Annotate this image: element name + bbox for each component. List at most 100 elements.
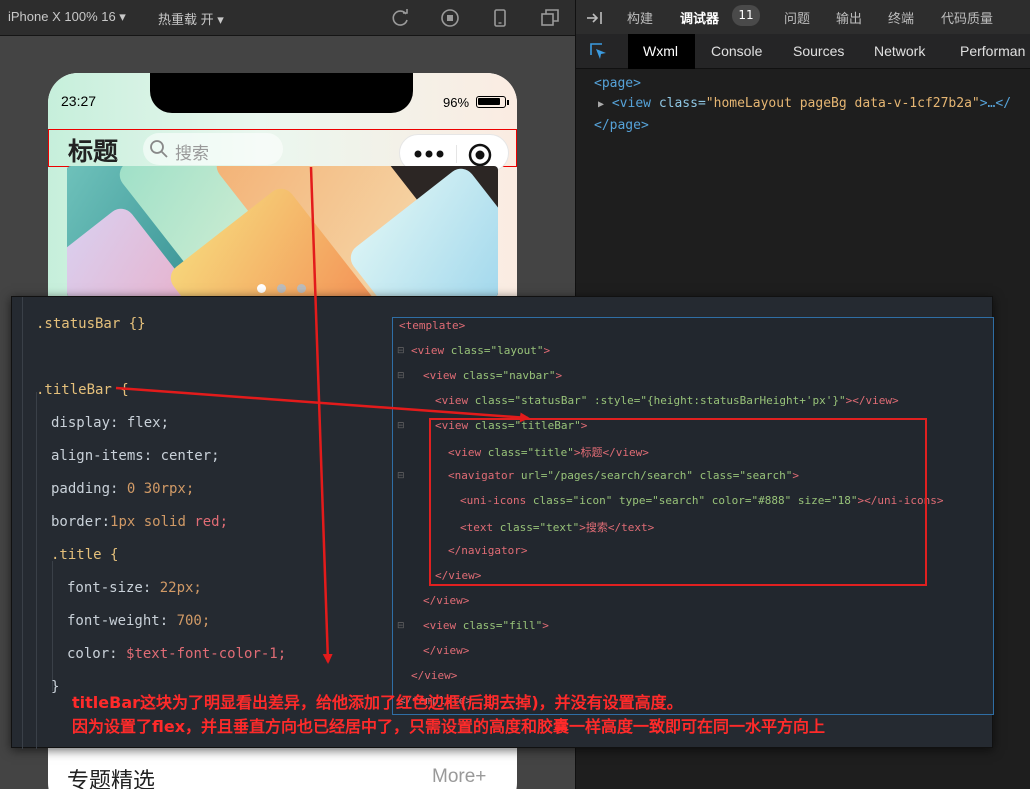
- fold-marker-icon[interactable]: ⊟: [397, 346, 405, 356]
- refresh-icon[interactable]: [391, 8, 411, 28]
- css-value: 30rpx;: [143, 481, 195, 497]
- hot-reload-toggle[interactable]: 热重载 开 ▾: [158, 9, 224, 28]
- search-placeholder: 搜索: [175, 144, 209, 164]
- search-navigator[interactable]: 搜索: [143, 133, 283, 165]
- tpl-tag: >: [542, 619, 549, 632]
- wxml-tag-tail: >…</: [979, 96, 1012, 111]
- tab-debugger[interactable]: 调试器: [680, 8, 719, 27]
- fold-marker-icon[interactable]: ⊟: [397, 621, 405, 631]
- tpl-string: "statusBar": [514, 394, 588, 407]
- css-value: red;: [194, 514, 229, 530]
- wxml-view-node[interactable]: ▶ <view class="homeLayout pageBg data-v-…: [598, 96, 1011, 111]
- wxml-tag: </page>: [594, 118, 649, 133]
- css-property: display:: [51, 415, 127, 431]
- highlight-red-box: [429, 418, 927, 586]
- wxml-page-open[interactable]: <page>: [594, 76, 641, 91]
- tpl-tag: <template>: [399, 319, 466, 332]
- css-brace: }: [51, 679, 60, 695]
- annotation-line-1: titleBar这块为了明显看出差异，给他添加了红色边框(后期去掉)，并没有设置…: [72, 693, 683, 712]
- tab-problems[interactable]: 问题: [784, 8, 810, 27]
- banner-dot[interactable]: [277, 284, 286, 293]
- css-value: flex;: [126, 415, 170, 431]
- css-value: center;: [160, 448, 220, 464]
- indent-guide: [36, 392, 37, 749]
- indent-guide: [22, 297, 23, 749]
- detach-window-icon[interactable]: [540, 8, 560, 28]
- tpl-string: "fill": [502, 619, 543, 632]
- section-title: 专题精选: [67, 768, 156, 789]
- tab-sources[interactable]: Sources: [793, 43, 844, 59]
- tab-console[interactable]: Console: [711, 43, 762, 59]
- page-title: 标题: [68, 137, 119, 166]
- fold-marker-icon[interactable]: ⊟: [397, 371, 405, 381]
- tpl-tag: >: [543, 344, 551, 357]
- tpl-tag: <view: [423, 619, 463, 632]
- css-line: display: flex;: [51, 415, 169, 431]
- stop-icon[interactable]: [440, 8, 460, 28]
- banner-image[interactable]: [67, 166, 498, 297]
- tpl-tag: ></view>: [845, 394, 899, 407]
- tpl-attr: class=: [474, 394, 515, 407]
- devtools-window: iPhone X 100% 16 ▾ 热重载 开 ▾ 23:27 96% 标题 …: [0, 0, 1030, 789]
- device-selector[interactable]: iPhone X 100% 16 ▾: [8, 9, 126, 25]
- tab-output[interactable]: 输出: [836, 8, 862, 27]
- css-line: font-size: 22px;: [67, 580, 202, 596]
- css-value: 22px;: [159, 580, 202, 596]
- fold-marker-icon[interactable]: ⊟: [397, 421, 405, 431]
- tpl-attr: class=: [462, 369, 503, 382]
- css-selector: .statusBar {}: [36, 316, 146, 332]
- css-line: .title {: [51, 547, 118, 563]
- banner-dot-active[interactable]: [257, 284, 266, 293]
- indent-guide: [52, 561, 53, 691]
- tab-terminal[interactable]: 终端: [888, 8, 914, 27]
- section-more-link[interactable]: More+: [432, 766, 486, 788]
- tpl-tag: </view>: [411, 669, 458, 682]
- tpl-tag: >: [555, 369, 563, 382]
- search-icon: [150, 140, 168, 158]
- expand-triangle-icon[interactable]: ▶: [598, 99, 604, 110]
- battery-icon: [476, 96, 506, 108]
- css-line: }: [51, 679, 59, 695]
- css-line: align-items: center;: [51, 448, 220, 464]
- tpl-tag: </view>: [423, 644, 470, 657]
- css-property: padding:: [51, 481, 127, 497]
- simulator-toolbar: iPhone X 100% 16 ▾ 热重载 开 ▾: [0, 0, 575, 36]
- tab-code-quality[interactable]: 代码质量: [941, 8, 993, 27]
- phone-notch: [150, 73, 413, 113]
- phone-preview-icon[interactable]: [490, 8, 510, 28]
- tab-network[interactable]: Network: [874, 43, 925, 59]
- more-dots-icon[interactable]: [414, 150, 444, 158]
- template-code-pane: <template> ⊟ <view class="layout"> ⊟ <vi…: [392, 317, 994, 715]
- battery-tip: [507, 100, 509, 105]
- tpl-attr: class=: [450, 344, 491, 357]
- css-code-pane: .statusBar {} .titleBar { display: flex;…: [12, 297, 390, 749]
- tab-build[interactable]: 构建: [627, 8, 653, 27]
- tpl-line: <view class="navbar">: [423, 369, 562, 382]
- wxml-tag: <view: [611, 96, 651, 111]
- tpl-attr: class=: [462, 619, 503, 632]
- collapse-panel-icon[interactable]: [586, 10, 604, 26]
- wxml-attr: class=: [651, 96, 706, 111]
- status-time: 23:27: [61, 93, 97, 109]
- tab-wxml[interactable]: Wxml: [643, 43, 678, 59]
- tpl-tag: <view: [435, 394, 475, 407]
- css-line: font-weight: 700;: [67, 613, 210, 629]
- annotation-line-2: 因为设置了flex，并且垂直方向也已经居中了，只需设置的高度和胶囊一样高度一致即…: [72, 717, 826, 736]
- css-value: 0: [126, 481, 144, 497]
- css-property: color:: [67, 646, 127, 662]
- wxml-attr-value: "homeLayout pageBg data-v-1cf27b2a": [705, 96, 980, 111]
- inspect-element-icon[interactable]: [590, 43, 608, 61]
- css-value: 1px solid: [110, 514, 195, 530]
- close-miniprogram-icon[interactable]: [468, 143, 492, 167]
- tpl-tag: </view>: [423, 594, 470, 607]
- css-line: .titleBar {: [36, 382, 129, 398]
- tpl-string: "layout": [490, 344, 544, 357]
- banner-dot[interactable]: [297, 284, 306, 293]
- tab-performance[interactable]: Performan: [960, 43, 1025, 59]
- css-property: font-weight:: [67, 613, 177, 629]
- fold-marker-icon[interactable]: ⊟: [397, 471, 405, 481]
- css-selector: .titleBar {: [36, 382, 129, 398]
- tpl-line: <view class="fill">: [423, 619, 549, 632]
- wxml-page-close[interactable]: </page>: [594, 118, 649, 133]
- tpl-string: "navbar": [502, 369, 556, 382]
